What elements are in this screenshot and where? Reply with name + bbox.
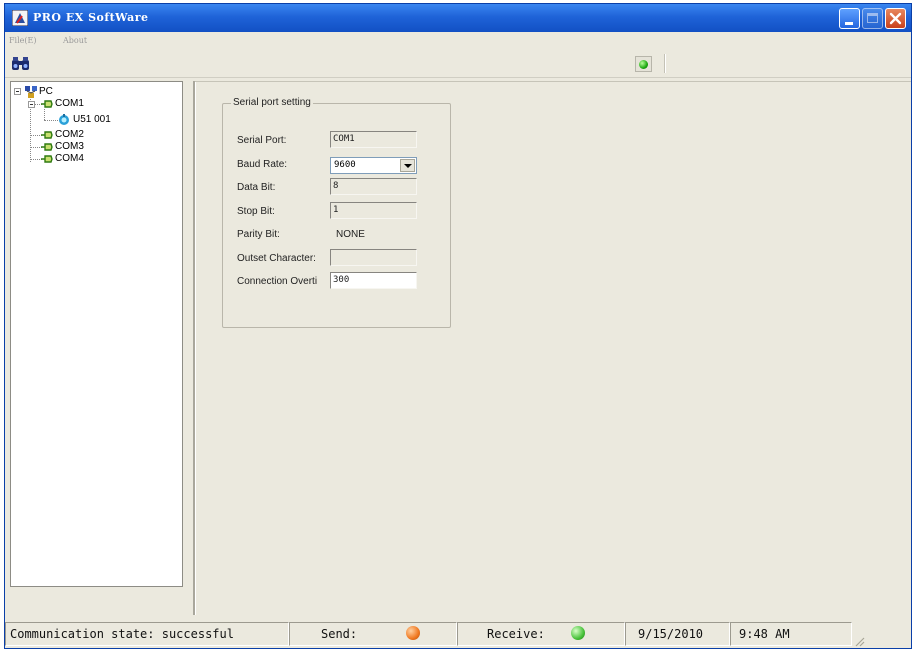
send-led-icon bbox=[406, 626, 420, 640]
serial-port-icon bbox=[41, 100, 53, 108]
main-window: PRO EX SoftWare File(E) About PC COM1 U5… bbox=[4, 3, 912, 649]
serial-port-icon bbox=[41, 143, 53, 151]
status-panel-time: 9:48 AM bbox=[730, 622, 852, 646]
close-icon bbox=[889, 12, 902, 25]
menu-about[interactable]: About bbox=[63, 36, 87, 45]
pane-splitter[interactable] bbox=[193, 81, 196, 615]
outset-character-label: Outset Character: bbox=[237, 253, 316, 264]
tree-item-com3[interactable]: COM3 bbox=[55, 141, 84, 153]
title-bar[interactable]: PRO EX SoftWare bbox=[5, 4, 911, 32]
tree-item-com2[interactable]: COM2 bbox=[55, 129, 84, 141]
device-icon bbox=[59, 114, 69, 125]
serial-port-icon bbox=[41, 155, 53, 163]
resize-grip-icon[interactable] bbox=[853, 635, 865, 647]
serial-port-field[interactable]: COM1 bbox=[330, 131, 417, 148]
pc-network-icon bbox=[25, 86, 37, 98]
stop-bit-field[interactable]: 1 bbox=[330, 202, 417, 219]
tree-line bbox=[44, 109, 45, 120]
receive-label: Receive: bbox=[487, 627, 545, 641]
close-button[interactable] bbox=[885, 8, 906, 29]
data-bit-field[interactable]: 8 bbox=[330, 178, 417, 195]
minimize-icon bbox=[845, 22, 853, 25]
status-panel-state: Communication state: successful bbox=[5, 622, 289, 646]
data-bit-label: Data Bit: bbox=[237, 182, 276, 193]
parity-bit-label: Parity Bit: bbox=[237, 229, 280, 240]
serial-port-icon bbox=[41, 131, 53, 139]
status-time: 9:48 AM bbox=[739, 627, 790, 641]
status-panel-date: 9/15/2010 bbox=[625, 622, 730, 646]
minimize-button[interactable] bbox=[839, 8, 860, 29]
toolbar-separator bbox=[664, 54, 666, 73]
toolbar bbox=[5, 49, 911, 78]
status-bar: Communication state: successful Send: Re… bbox=[5, 619, 911, 648]
connection-overtime-label: Connection Overti bbox=[237, 276, 318, 287]
receive-led-icon bbox=[571, 626, 585, 640]
status-panel-send: Send: bbox=[289, 622, 457, 646]
maximize-button[interactable] bbox=[862, 8, 883, 29]
collapse-com1-icon[interactable] bbox=[28, 101, 35, 108]
maximize-icon bbox=[867, 13, 878, 23]
dropdown-arrow-icon[interactable] bbox=[400, 159, 415, 172]
menu-file[interactable]: File(E) bbox=[9, 36, 36, 45]
parity-bit-value: NONE bbox=[336, 229, 365, 240]
tree-item-com1[interactable]: COM1 bbox=[55, 98, 84, 110]
green-led-icon bbox=[639, 60, 648, 69]
serial-port-label: Serial Port: bbox=[237, 135, 287, 146]
tree-item-pc[interactable]: PC bbox=[39, 86, 53, 98]
group-title: Serial port setting bbox=[231, 97, 313, 108]
content-divider bbox=[195, 81, 911, 82]
connection-led[interactable] bbox=[635, 56, 652, 72]
stop-bit-label: Stop Bit: bbox=[237, 206, 275, 217]
baud-rate-select[interactable]: 9600 bbox=[330, 157, 417, 174]
baud-rate-label: Baud Rate: bbox=[237, 159, 288, 170]
device-tree[interactable]: PC COM1 U51 001 COM2 COM3 COM4 bbox=[10, 81, 183, 587]
app-icon bbox=[12, 10, 28, 26]
connection-overtime-field[interactable]: 300 bbox=[330, 272, 417, 289]
binoculars-icon[interactable] bbox=[11, 56, 31, 72]
menu-bar: File(E) About bbox=[5, 32, 911, 49]
tree-line bbox=[44, 120, 58, 121]
send-label: Send: bbox=[321, 627, 358, 641]
tree-item-device[interactable]: U51 001 bbox=[73, 114, 111, 126]
outset-character-field[interactable] bbox=[330, 249, 417, 266]
window-title: PRO EX SoftWare bbox=[33, 11, 149, 24]
tree-item-com4[interactable]: COM4 bbox=[55, 153, 84, 165]
status-panel-receive: Receive: bbox=[457, 622, 625, 646]
baud-rate-value: 9600 bbox=[334, 160, 356, 170]
collapse-pc-icon[interactable] bbox=[14, 88, 21, 95]
communication-state: Communication state: successful bbox=[10, 627, 234, 641]
status-date: 9/15/2010 bbox=[638, 627, 704, 641]
